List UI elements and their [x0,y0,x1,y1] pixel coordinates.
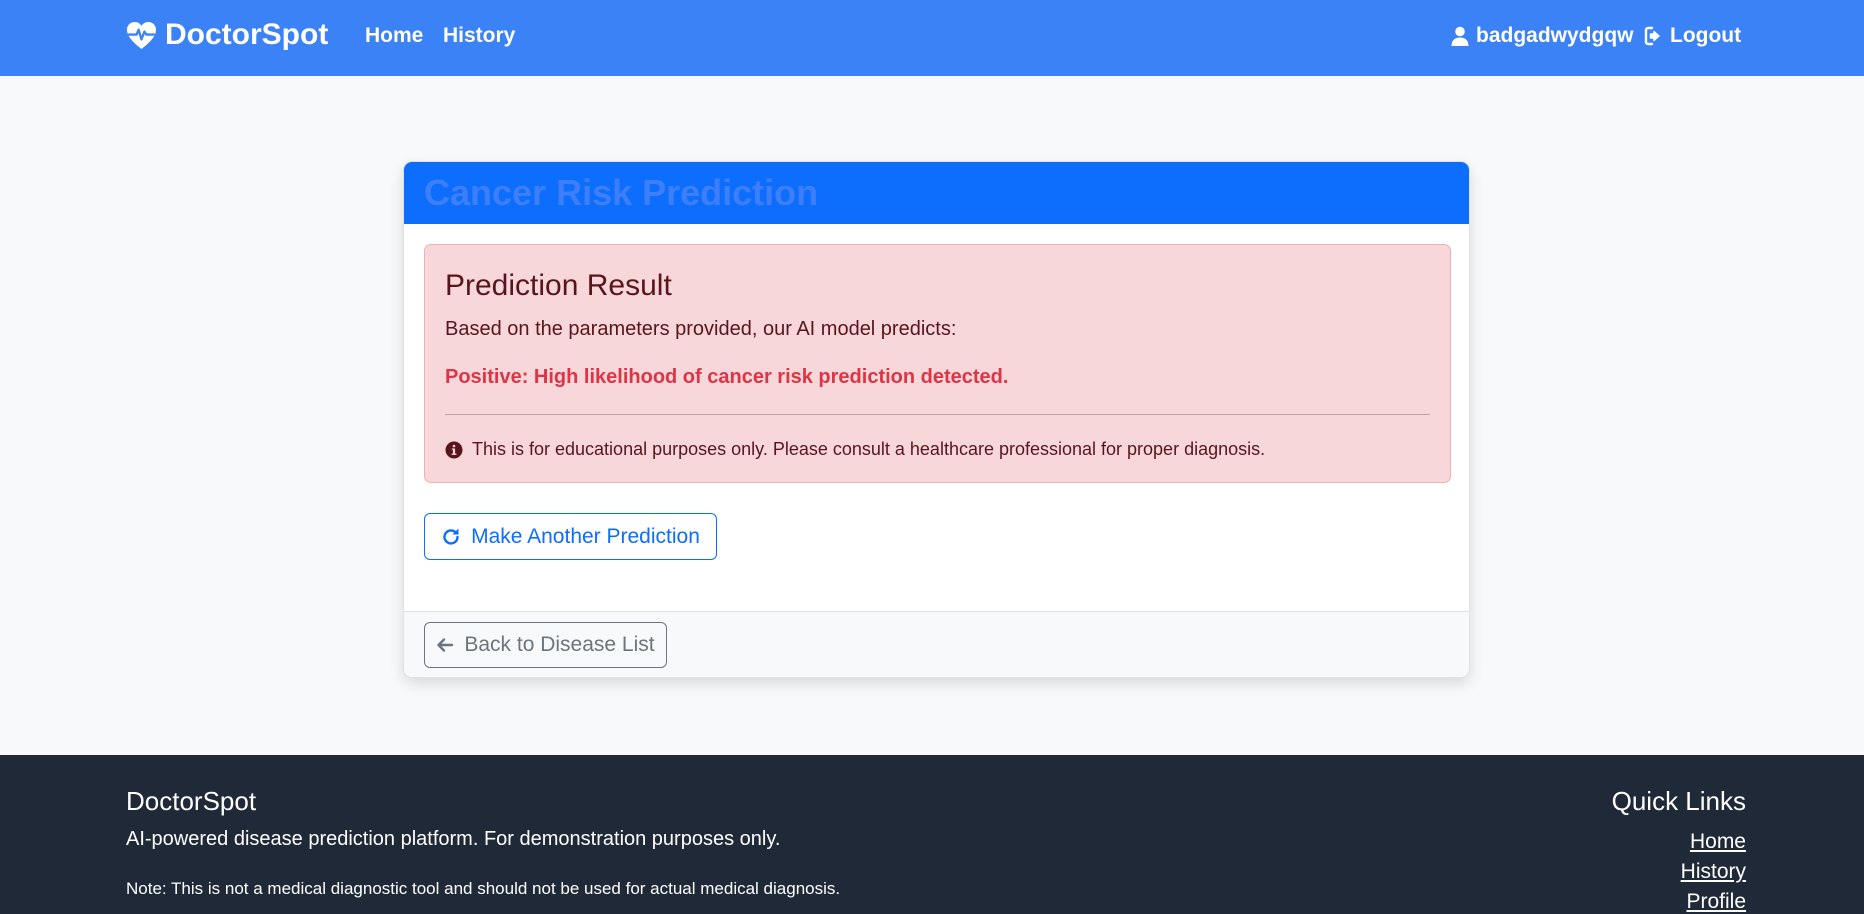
make-another-prediction-label: Make Another Prediction [471,524,700,548]
quick-links-list: Home History Profile [1681,827,1746,914]
alert-divider [445,414,1430,415]
user-menu[interactable]: badgadwydgqw [1450,24,1634,48]
back-to-disease-list-label: Back to Disease List [464,633,655,656]
nav-history-link[interactable]: History [443,24,515,48]
result-heading: Prediction Result [445,269,672,302]
username: badgadwydgqw [1476,24,1634,47]
nav-home-link[interactable]: Home [365,24,423,48]
logout-label: Logout [1670,24,1742,47]
prediction-result-alert: Prediction Result Based on the parameter… [424,244,1451,483]
heart-pulse-icon [127,21,156,49]
footer-note: Note: This is not a medical diagnostic t… [126,879,841,898]
quick-links-title: Quick Links [1611,786,1746,816]
footer-home-link[interactable]: Home [1690,827,1746,857]
make-another-prediction-button[interactable]: Make Another Prediction [424,513,717,560]
navbar: DoctorSpot Home History badgadwydgqw Log… [0,0,1864,76]
card-footer: Back to Disease List [404,611,1469,677]
footer-history-link[interactable]: History [1681,857,1746,887]
result-lead-text: Based on the parameters provided, our AI… [445,318,957,340]
redo-icon [443,528,459,545]
brand-name: DoctorSpot [165,18,329,51]
logout-link[interactable]: Logout [1644,24,1741,48]
info-circle-icon [445,441,463,458]
site-footer: DoctorSpot AI-powered disease prediction… [0,755,1864,914]
disclaimer-note: This is for educational purposes only. P… [445,439,1430,460]
card-header: Cancer Risk Prediction [404,162,1469,224]
arrow-left-icon [437,638,454,652]
disclaimer-text: This is for educational purposes only. P… [472,439,1266,459]
result-verdict: Positive: High likelihood of cancer risk… [445,366,1009,388]
footer-description: AI-powered disease prediction platform. … [126,828,781,850]
brand-logo[interactable]: DoctorSpot [126,18,328,52]
page-title: Cancer Risk Prediction [424,172,819,213]
footer-profile-link[interactable]: Profile [1686,887,1746,914]
footer-brand: DoctorSpot [126,786,257,816]
back-to-disease-list-button[interactable]: Back to Disease List [424,622,667,668]
prediction-card: Cancer Risk Prediction Prediction Result… [403,161,1470,678]
sign-out-icon [1644,26,1660,46]
user-icon [1451,26,1469,46]
